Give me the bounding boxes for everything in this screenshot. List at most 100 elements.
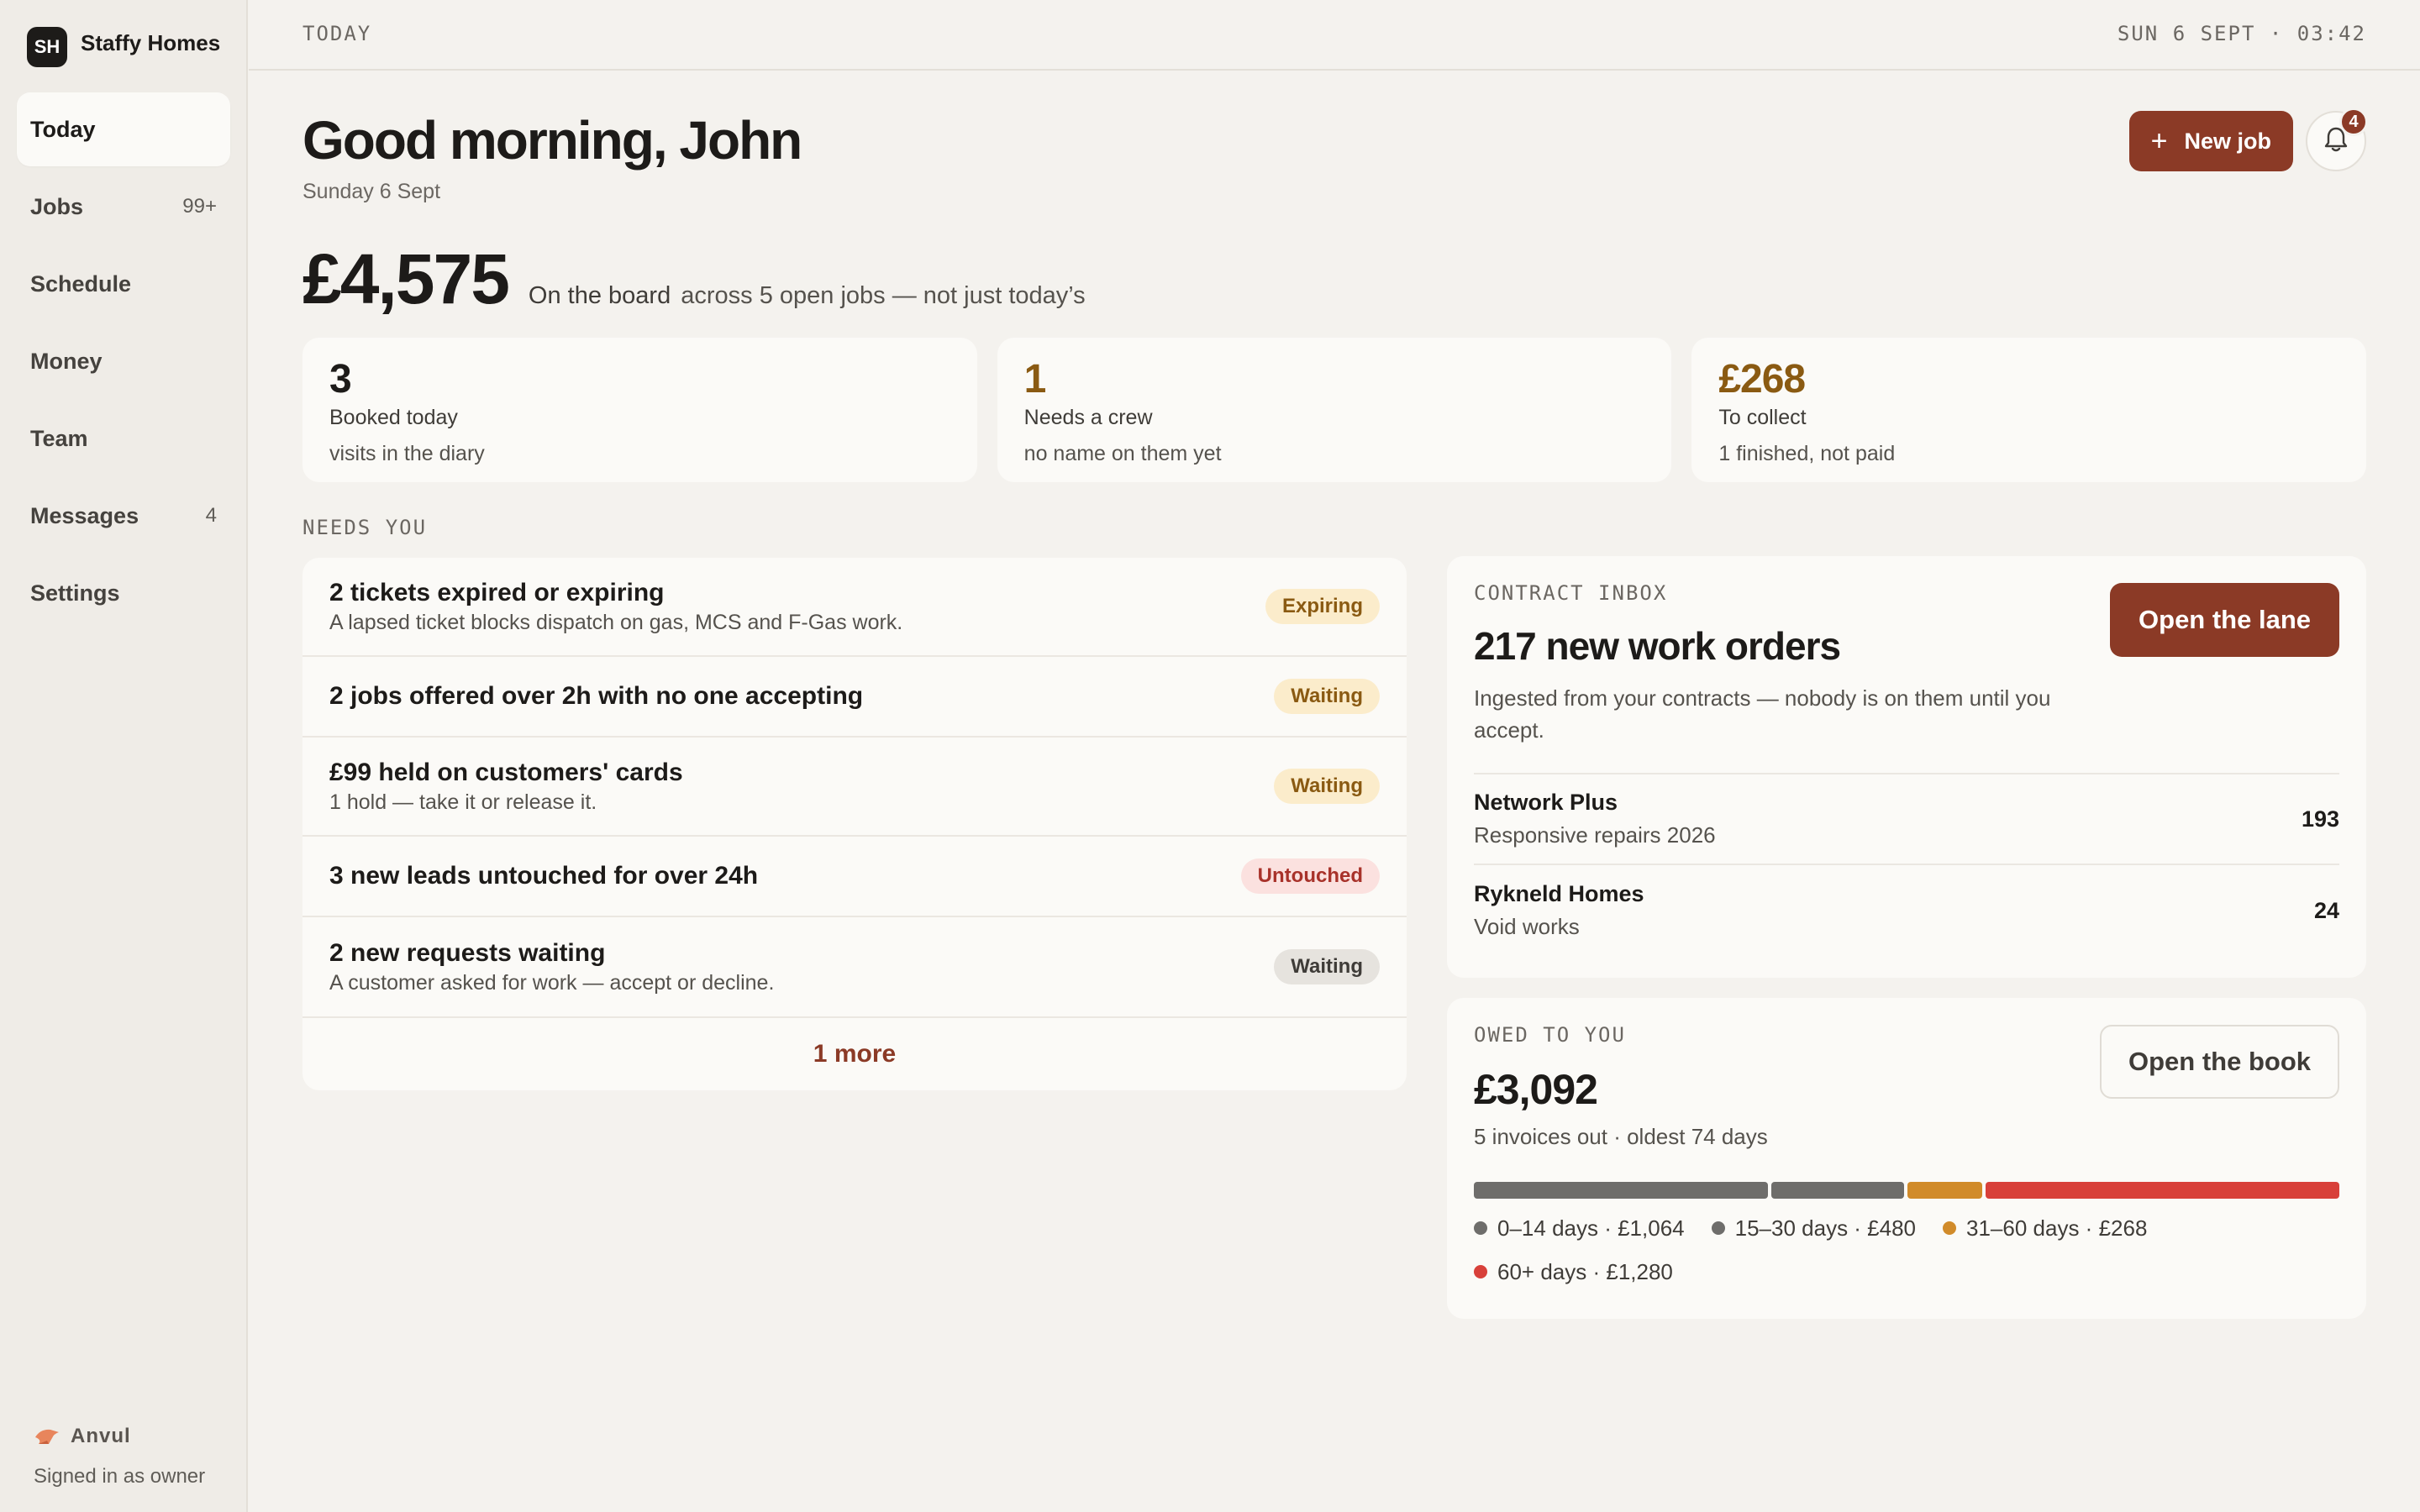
owed-sub: 5 invoices out · oldest 74 days — [1474, 1124, 1768, 1149]
aging-legend: 0–14 days · £1,064 15–30 days · £480 31–60… — [1474, 1214, 2230, 1301]
aging-segment — [1907, 1182, 1982, 1199]
stat-label: To collect — [1718, 406, 1807, 429]
stat-value: £268 — [1718, 357, 1806, 402]
contract-inbox-card: CONTRACT INBOX 217 new work orders Inges… — [1447, 556, 2366, 978]
board-sub: across 5 open jobs — not just today’s — [681, 282, 1086, 309]
legend-item: 0–14 days · £1,064 — [1474, 1214, 1685, 1242]
stat-cards: 3 Booked today visits in the diary 1 Nee… — [302, 338, 2367, 482]
brand[interactable]: SH Staffy Homes — [27, 27, 220, 67]
contract-count: 193 — [2301, 806, 2339, 832]
contract-count: 24 — [2313, 897, 2339, 923]
sidebar-item-label: Schedule — [30, 270, 132, 297]
sidebar-item-jobs[interactable]: Jobs 99+ — [17, 170, 230, 244]
list-item[interactable]: £99 held on customers' cards 1 hold — ta… — [302, 738, 1407, 837]
sidebar-item-team[interactable]: Team — [17, 402, 230, 475]
item-desc: A customer asked for work — accept or de… — [329, 970, 775, 995]
sidebar-item-count: 99+ — [182, 195, 217, 218]
item-title: 2 tickets expired or expiring — [329, 578, 665, 606]
legend-item: 31–60 days · £268 — [1943, 1214, 2147, 1242]
legend-label: 15–30 days · £480 — [1734, 1215, 1917, 1241]
legend-label: 60+ days · £1,280 — [1497, 1258, 1673, 1284]
list-item[interactable]: 2 new requests waiting A customer asked … — [302, 917, 1407, 1016]
owed-card: OWED TO YOU £3,092 5 invoices out · olde… — [1447, 998, 2366, 1319]
product-logo: Anvul — [34, 1425, 205, 1448]
stat-sub: visits in the diary — [329, 442, 485, 465]
stat-card-to-collect[interactable]: £268 To collect 1 finished, not paid — [1691, 338, 2367, 482]
stat-value: 3 — [329, 357, 352, 402]
board-summary: £4,575 On the board across 5 open jobs —… — [302, 239, 1086, 320]
notification-badge: 4 — [2339, 108, 2368, 136]
aging-segment — [1985, 1182, 2339, 1199]
brand-name: Staffy Homes — [81, 29, 221, 55]
sidebar-item-count: 4 — [205, 504, 217, 527]
aging-segment — [1474, 1182, 1769, 1199]
aging-bar — [1474, 1182, 2339, 1199]
stat-card-needs-crew[interactable]: 1 Needs a crew no name on them yet — [997, 338, 1672, 482]
legend-dot — [1711, 1221, 1725, 1235]
needs-list: 2 tickets expired or expiring A lapsed t… — [302, 558, 1407, 1090]
item-title: 3 new leads untouched for over 24h — [329, 862, 759, 890]
topbar-datetime: SUN 6 SEPT · 03:42 — [2117, 22, 2366, 45]
stat-sub: no name on them yet — [1023, 442, 1222, 465]
sidebar-item-settings[interactable]: Settings — [17, 556, 230, 630]
sidebar-item-label: Today — [30, 116, 96, 142]
topbar-section: TODAY — [302, 22, 372, 45]
legend-dot — [1943, 1221, 1957, 1235]
sidebar-item-schedule[interactable]: Schedule — [17, 247, 230, 321]
legend-item: 60+ days · £1,280 — [1474, 1257, 1673, 1286]
sidebar: SH Staffy Homes Today Jobs 99+ Schedule … — [0, 0, 248, 1512]
stat-label: Booked today — [329, 406, 458, 429]
inbox-desc: Ingested from your contracts — nobody is… — [1474, 685, 2051, 743]
open-lane-button[interactable]: Open the lane — [2110, 583, 2339, 657]
contract-sub: Void works — [1474, 914, 1580, 939]
board-amount: £4,575 — [302, 239, 510, 318]
contract-row[interactable]: Rykneld Homes Void works 24 — [1474, 865, 2339, 956]
item-title: £99 held on customers' cards — [329, 758, 683, 786]
plus-icon: + — [2150, 125, 2168, 157]
list-item[interactable]: 3 new leads untouched for over 24h Untou… — [302, 837, 1407, 917]
sidebar-item-label: Settings — [30, 580, 120, 606]
item-title: 2 jobs offered over 2h with no one accep… — [329, 682, 864, 710]
status-badge: Waiting — [1274, 679, 1380, 714]
status-badge: Expiring — [1265, 589, 1380, 624]
status-badge: Waiting — [1274, 769, 1380, 804]
sidebar-nav: Today Jobs 99+ Schedule Money Team Messa… — [17, 92, 230, 633]
topbar: TODAY SUN 6 SEPT · 03:42 — [249, 0, 2420, 71]
needs-you-heading: NEEDS YOU — [302, 516, 428, 539]
legend-item: 15–30 days · £480 — [1711, 1214, 1917, 1242]
sidebar-item-label: Team — [30, 425, 88, 451]
legend-label: 0–14 days · £1,064 — [1497, 1215, 1685, 1241]
sidebar-item-messages[interactable]: Messages 4 — [17, 479, 230, 553]
list-item[interactable]: 2 tickets expired or expiring A lapsed t… — [302, 558, 1407, 657]
legend-label: 31–60 days · £268 — [1966, 1215, 2148, 1241]
open-book-button[interactable]: Open the book — [2100, 1025, 2339, 1099]
brand-logo: SH — [27, 27, 67, 67]
sidebar-item-label: Messages — [30, 502, 139, 528]
page-title: Good morning, John — [302, 110, 802, 171]
status-badge: Untouched — [1240, 858, 1380, 894]
stat-value: 1 — [1023, 357, 1047, 402]
signed-in-status: Signed in as owner — [34, 1465, 206, 1488]
show-more-link[interactable]: 1 more — [302, 1016, 1407, 1090]
stat-sub: 1 finished, not paid — [1718, 442, 1896, 465]
board-label: On the board — [528, 282, 671, 309]
aging-segment — [1771, 1182, 1905, 1199]
notifications-button[interactable]: 4 — [2306, 108, 2368, 171]
legend-dot — [1474, 1265, 1487, 1278]
product-name: Anvul — [71, 1425, 131, 1447]
contract-sub: Responsive repairs 2026 — [1474, 822, 1716, 848]
contract-row[interactable]: Network Plus Responsive repairs 2026 193 — [1474, 774, 2339, 865]
new-job-label: New job — [2184, 128, 2271, 154]
status-badge: Waiting — [1274, 949, 1380, 984]
sidebar-footer: Anvul Signed in as owner — [34, 1425, 205, 1488]
new-job-button[interactable]: + New job — [2128, 111, 2293, 171]
legend-dot — [1474, 1221, 1487, 1235]
list-item[interactable]: 2 jobs offered over 2h with no one accep… — [302, 657, 1407, 738]
stat-card-booked[interactable]: 3 Booked today visits in the diary — [302, 338, 977, 482]
contract-name: Rykneld Homes — [1474, 881, 1644, 906]
sidebar-item-money[interactable]: Money — [17, 324, 230, 398]
item-desc: 1 hold — take it or release it. — [329, 790, 597, 814]
contract-name: Network Plus — [1474, 790, 1618, 815]
sidebar-item-today[interactable]: Today — [17, 92, 230, 166]
item-desc: A lapsed ticket blocks dispatch on gas, … — [329, 610, 903, 634]
